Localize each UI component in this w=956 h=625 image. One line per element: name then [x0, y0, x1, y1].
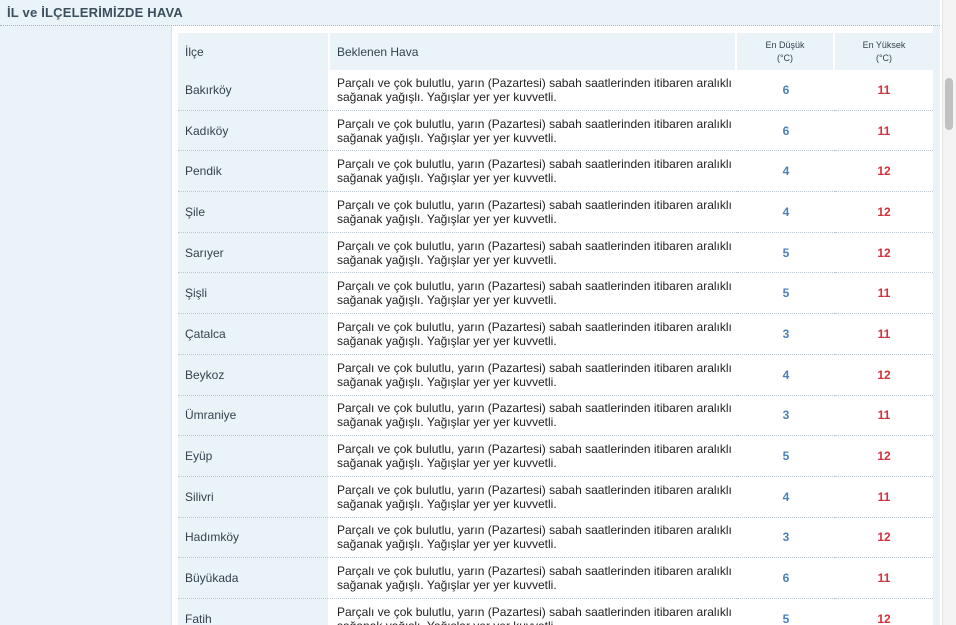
table-row: Kadıköy Parçalı ve çok bulutlu, yarın (P…: [178, 110, 933, 152]
forecast-text: Parçalı ve çok bulutlu, yarın (Pazartesi…: [330, 436, 737, 477]
min-temp: 5: [737, 436, 835, 477]
min-temp: 5: [737, 233, 835, 274]
max-temp: 11: [835, 314, 933, 355]
table-row: Silivri Parçalı ve çok bulutlu, yarın (P…: [178, 476, 933, 518]
header-max-label: En Yüksek: [862, 39, 906, 50]
forecast-text: Parçalı ve çok bulutlu, yarın (Pazartesi…: [330, 192, 737, 233]
max-temp: 11: [835, 70, 933, 111]
district-name: Kadıköy: [178, 110, 330, 152]
header-min-temp: En Düşük (°C): [737, 33, 835, 70]
max-temp: 12: [835, 233, 933, 274]
max-temp: 12: [835, 518, 933, 559]
weather-table: İlçe Beklenen Hava En Düşük (°C) En Yüks…: [178, 33, 933, 625]
forecast-text: Parçalı ve çok bulutlu, yarın (Pazartesi…: [330, 518, 737, 559]
table-row: Büyükada Parçalı ve çok bulutlu, yarın (…: [178, 558, 933, 599]
header-district: İlçe: [178, 33, 330, 70]
table-row: Çatalca Parçalı ve çok bulutlu, yarın (P…: [178, 314, 933, 355]
min-temp: 4: [737, 151, 835, 193]
forecast-text: Parçalı ve çok bulutlu, yarın (Pazartesi…: [330, 477, 737, 518]
max-temp: 11: [835, 477, 933, 518]
left-panel: [0, 26, 172, 625]
forecast-text: Parçalı ve çok bulutlu, yarın (Pazartesi…: [330, 355, 737, 396]
min-temp: 5: [737, 599, 835, 625]
min-temp: 6: [737, 70, 835, 111]
max-temp: 12: [835, 192, 933, 233]
district-name: Büyükada: [178, 558, 330, 599]
min-temp: 3: [737, 396, 835, 437]
district-name: Şişli: [178, 273, 330, 315]
max-temp: 11: [835, 273, 933, 315]
forecast-text: Parçalı ve çok bulutlu, yarın (Pazartesi…: [330, 111, 737, 152]
scrollbar-thumb[interactable]: [945, 78, 953, 130]
max-temp: 11: [835, 558, 933, 599]
weather-table-container: İlçe Beklenen Hava En Düşük (°C) En Yüks…: [178, 33, 933, 625]
district-name: Hadımköy: [178, 517, 330, 559]
forecast-text: Parçalı ve çok bulutlu, yarın (Pazartesi…: [330, 558, 737, 599]
max-temp: 12: [835, 599, 933, 625]
section-title: İL ve İLÇELERİMİZDE HAVA: [7, 5, 183, 20]
max-temp: 11: [835, 111, 933, 152]
min-temp: 6: [737, 558, 835, 599]
max-temp: 12: [835, 151, 933, 193]
min-temp: 5: [737, 273, 835, 315]
district-name: Beykoz: [178, 354, 330, 396]
table-header-row: İlçe Beklenen Hava En Düşük (°C) En Yüks…: [178, 33, 933, 70]
header-min-unit: (°C): [776, 52, 794, 63]
header-forecast: Beklenen Hava: [330, 33, 737, 70]
district-name: Çatalca: [178, 314, 330, 355]
district-name: Bakırköy: [178, 70, 330, 111]
table-row: Bakırköy Parçalı ve çok bulutlu, yarın (…: [178, 70, 933, 111]
forecast-text: Parçalı ve çok bulutlu, yarın (Pazartesi…: [330, 314, 737, 355]
min-temp: 3: [737, 314, 835, 355]
forecast-text: Parçalı ve çok bulutlu, yarın (Pazartesi…: [330, 599, 737, 625]
table-row: Sarıyer Parçalı ve çok bulutlu, yarın (P…: [178, 232, 933, 274]
header-max-unit: (°C): [875, 52, 893, 63]
table-row: Fatih Parçalı ve çok bulutlu, yarın (Paz…: [178, 598, 933, 625]
forecast-text: Parçalı ve çok bulutlu, yarın (Pazartesi…: [330, 396, 737, 437]
forecast-text: Parçalı ve çok bulutlu, yarın (Pazartesi…: [330, 273, 737, 315]
min-temp: 6: [737, 111, 835, 152]
max-temp: 12: [835, 436, 933, 477]
district-name: Sarıyer: [178, 232, 330, 274]
header-max-temp: En Yüksek (°C): [835, 33, 933, 70]
max-temp: 12: [835, 355, 933, 396]
page: İL ve İLÇELERİMİZDE HAVA İlçe Beklenen H…: [0, 0, 956, 625]
min-temp: 4: [737, 355, 835, 396]
table-row: Şişli Parçalı ve çok bulutlu, yarın (Paz…: [178, 273, 933, 315]
district-name: Fatih: [178, 598, 330, 625]
section-header: İL ve İLÇELERİMİZDE HAVA: [0, 0, 940, 26]
district-name: Şile: [178, 192, 330, 233]
forecast-text: Parçalı ve çok bulutlu, yarın (Pazartesi…: [330, 70, 737, 111]
right-strip: [933, 26, 940, 625]
min-temp: 3: [737, 518, 835, 559]
table-row: Eyüp Parçalı ve çok bulutlu, yarın (Paza…: [178, 436, 933, 477]
table-row: Şile Parçalı ve çok bulutlu, yarın (Paza…: [178, 192, 933, 233]
table-row: Hadımköy Parçalı ve çok bulutlu, yarın (…: [178, 517, 933, 559]
table-row: Pendik Parçalı ve çok bulutlu, yarın (Pa…: [178, 151, 933, 193]
district-name: Ümraniye: [178, 395, 330, 437]
min-temp: 4: [737, 477, 835, 518]
district-name: Pendik: [178, 151, 330, 193]
header-min-label: En Düşük: [765, 39, 805, 50]
max-temp: 11: [835, 396, 933, 437]
forecast-text: Parçalı ve çok bulutlu, yarın (Pazartesi…: [330, 151, 737, 193]
min-temp: 4: [737, 192, 835, 233]
forecast-text: Parçalı ve çok bulutlu, yarın (Pazartesi…: [330, 233, 737, 274]
table-row: Ümraniye Parçalı ve çok bulutlu, yarın (…: [178, 395, 933, 437]
table-row: Beykoz Parçalı ve çok bulutlu, yarın (Pa…: [178, 354, 933, 396]
district-name: Eyüp: [178, 436, 330, 477]
district-name: Silivri: [178, 476, 330, 518]
